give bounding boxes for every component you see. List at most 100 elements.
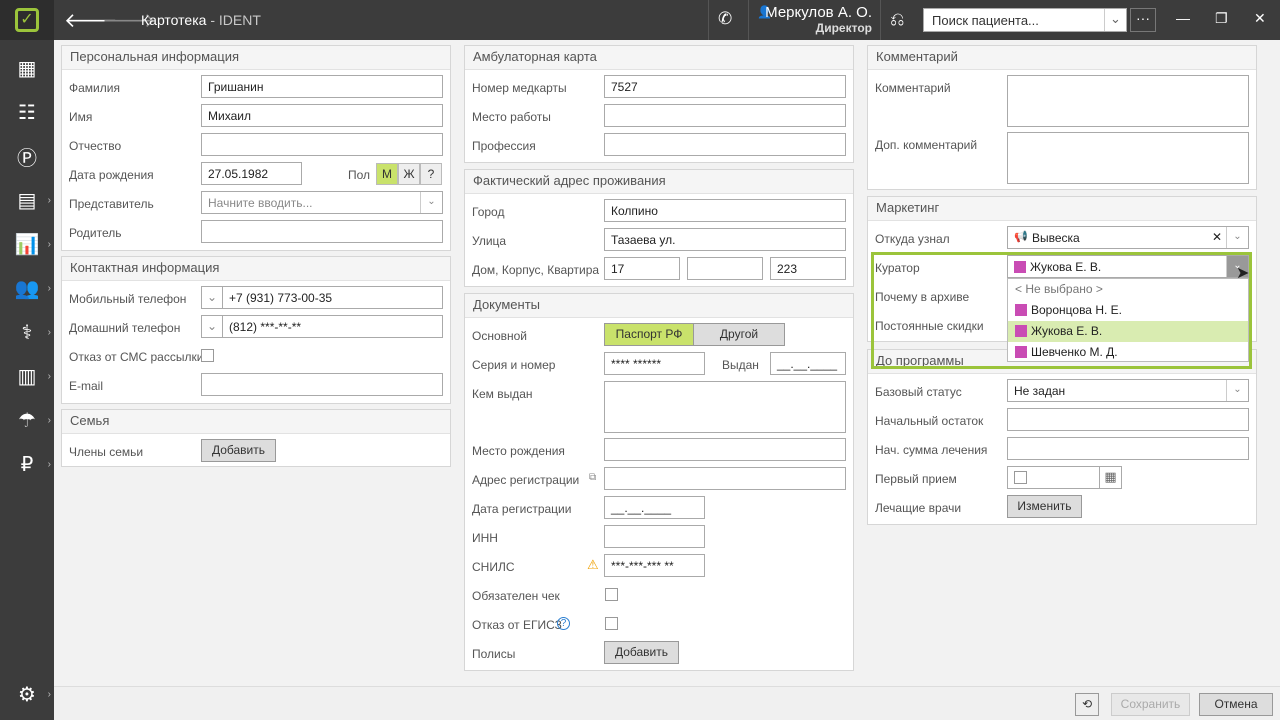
close-icon[interactable]: ✕ bbox=[1254, 10, 1266, 27]
home-phone-field[interactable]: (812) ***-**-** bbox=[222, 315, 443, 338]
change-doctors-button[interactable]: Изменить bbox=[1007, 495, 1082, 518]
clear-icon[interactable]: ✕ bbox=[1212, 230, 1222, 244]
list-item[interactable]: Жукова Е. В. bbox=[1008, 321, 1248, 342]
add-family-button[interactable]: Добавить bbox=[201, 439, 276, 462]
receipt-label: Обязателен чек bbox=[472, 589, 560, 603]
other-doc-tab[interactable]: Другой bbox=[693, 323, 785, 346]
sidebar: ▦ ☷ Ⓟ ▤ › 📊 › 👥 › ⚕ › ▥ › ☂ › ₽ › ⚙ › bbox=[0, 40, 54, 720]
add-policy-button[interactable]: Добавить bbox=[604, 641, 679, 664]
card-number-field[interactable]: 7527 bbox=[604, 75, 846, 98]
balance-field[interactable] bbox=[1007, 408, 1249, 431]
user-info[interactable]: Меркулов А. О. Директор bbox=[765, 4, 872, 35]
staff-icon[interactable]: 👥 › bbox=[0, 266, 54, 310]
footer-bar: ⟲ Сохранить Отмена bbox=[54, 686, 1280, 720]
reg-date-field[interactable]: __.__.____ bbox=[604, 496, 705, 519]
parent-field[interactable] bbox=[201, 220, 443, 243]
flat-field[interactable]: 223 bbox=[770, 257, 846, 280]
policies-label: Полисы bbox=[472, 647, 516, 661]
restore-icon[interactable]: ❐ bbox=[1215, 10, 1228, 27]
app-logo[interactable]: ✓ bbox=[0, 0, 54, 40]
snils-label: СНИЛС bbox=[472, 560, 515, 574]
chevron-down-icon[interactable]: ⌄ bbox=[1226, 227, 1248, 248]
issuer-label: Кем выдан bbox=[472, 387, 533, 401]
workplace-label: Место работы bbox=[472, 110, 551, 124]
issued-date-field[interactable]: __.__.____ bbox=[770, 352, 846, 375]
chevron-down-icon[interactable]: ⌄ bbox=[1226, 380, 1248, 401]
gender-unknown-button[interactable]: ? bbox=[420, 163, 442, 185]
issuer-field[interactable] bbox=[604, 381, 846, 433]
list-item[interactable]: Шевченко М. Д. bbox=[1008, 342, 1248, 363]
history-icon[interactable]: ⎌ bbox=[890, 9, 904, 30]
patient-search[interactable]: Поиск пациента... ⌄ bbox=[923, 8, 1127, 32]
egisz-label: Отказ от ЕГИСЗ bbox=[472, 618, 562, 632]
lastname-field[interactable]: Гришанин bbox=[201, 75, 443, 98]
mobile-type-dropdown[interactable]: ⌄ bbox=[201, 286, 223, 309]
list-item[interactable]: < Не выбрано > bbox=[1008, 279, 1248, 300]
treatment-sum-field[interactable] bbox=[1007, 437, 1249, 460]
chevron-down-icon[interactable]: ⌄ bbox=[420, 192, 442, 213]
insurance-icon[interactable]: ☂ › bbox=[0, 398, 54, 442]
first-visit-checkbox[interactable] bbox=[1014, 471, 1027, 484]
help-icon[interactable]: ? bbox=[557, 617, 570, 630]
representative-field[interactable]: Начните вводить... ⌄ bbox=[201, 191, 443, 214]
snils-field[interactable]: ***-***-*** ** bbox=[604, 554, 705, 577]
megaphone-icon: 📢 bbox=[1014, 231, 1028, 243]
status-select[interactable]: Не задан ⌄ bbox=[1007, 379, 1249, 402]
source-field[interactable]: 📢 Вывеска ✕ ⌄ bbox=[1007, 226, 1249, 249]
city-label: Город bbox=[472, 205, 505, 219]
copy-icon[interactable]: ⧉ bbox=[589, 472, 596, 483]
list-item-label: Воронцова Н. Е. bbox=[1031, 303, 1122, 317]
inventory-icon[interactable]: ▥ › bbox=[0, 354, 54, 398]
mobile-field[interactable]: +7 (931) 773-00-35 bbox=[222, 286, 443, 309]
gender-male-button[interactable]: М bbox=[376, 163, 398, 185]
calendar-icon[interactable]: ▦ bbox=[1099, 466, 1122, 489]
receipt-checkbox[interactable] bbox=[605, 588, 618, 601]
curator-field[interactable]: Жукова Е. В. ⌄ bbox=[1007, 255, 1249, 278]
series-field[interactable]: **** ****** bbox=[604, 352, 705, 375]
gender-label: Пол bbox=[348, 168, 371, 182]
birthdate-field[interactable]: 27.05.1982 bbox=[201, 162, 302, 185]
tooth-icon[interactable]: ⚕ › bbox=[0, 310, 54, 354]
reports-icon[interactable]: 📊 › bbox=[0, 222, 54, 266]
divider bbox=[748, 0, 749, 40]
minimize-icon[interactable]: — bbox=[1176, 10, 1190, 26]
more-button[interactable]: ··· bbox=[1130, 8, 1156, 32]
cancel-button[interactable]: Отмена bbox=[1199, 693, 1273, 716]
settings-icon[interactable]: ⚙ › bbox=[0, 672, 54, 716]
phone-icon[interactable]: ✆ bbox=[718, 9, 732, 29]
street-field[interactable]: Тазаева ул. bbox=[604, 228, 846, 251]
email-field[interactable] bbox=[201, 373, 443, 396]
curator-label: Куратор bbox=[875, 261, 920, 275]
chevron-down-icon[interactable]: ⌄ bbox=[1104, 9, 1126, 31]
main-doc-label: Основной bbox=[472, 329, 528, 343]
profession-field[interactable] bbox=[604, 133, 846, 156]
tasks-icon[interactable]: ☷ bbox=[0, 90, 54, 134]
patronymic-field[interactable] bbox=[201, 133, 443, 156]
workplace-field[interactable] bbox=[604, 104, 846, 127]
home-type-dropdown[interactable]: ⌄ bbox=[201, 315, 223, 338]
save-button[interactable]: Сохранить bbox=[1111, 693, 1190, 716]
passport-tab[interactable]: Паспорт РФ bbox=[604, 323, 694, 346]
list-item[interactable]: Воронцова Н. Е. bbox=[1008, 300, 1248, 321]
gender-female-button[interactable]: Ж bbox=[398, 163, 420, 185]
documents-icon[interactable]: ▤ › bbox=[0, 178, 54, 222]
building-field[interactable] bbox=[687, 257, 763, 280]
comment-field[interactable] bbox=[1007, 75, 1249, 127]
status-label: Базовый статус bbox=[875, 385, 962, 399]
history-icon[interactable]: ⟲ bbox=[1075, 693, 1099, 716]
panel-heading: Контактная информация bbox=[62, 257, 450, 281]
house-field[interactable]: 17 bbox=[604, 257, 680, 280]
sms-optout-checkbox[interactable] bbox=[201, 349, 214, 362]
schedule-icon[interactable]: ▦ bbox=[0, 46, 54, 90]
payments-icon[interactable]: ₽ › bbox=[0, 442, 54, 486]
extra-comment-field[interactable] bbox=[1007, 132, 1249, 184]
city-field[interactable]: Колпино bbox=[604, 199, 846, 222]
firstname-field[interactable]: Михаил bbox=[201, 104, 443, 127]
page-title: Картотека - IDENT bbox=[141, 12, 261, 28]
birthplace-field[interactable] bbox=[604, 438, 846, 461]
reg-address-field[interactable] bbox=[604, 467, 846, 490]
curator-value: Жукова Е. В. bbox=[1030, 260, 1102, 274]
ruble-icon[interactable]: Ⓟ bbox=[0, 134, 54, 178]
inn-field[interactable] bbox=[604, 525, 705, 548]
egisz-checkbox[interactable] bbox=[605, 617, 618, 630]
